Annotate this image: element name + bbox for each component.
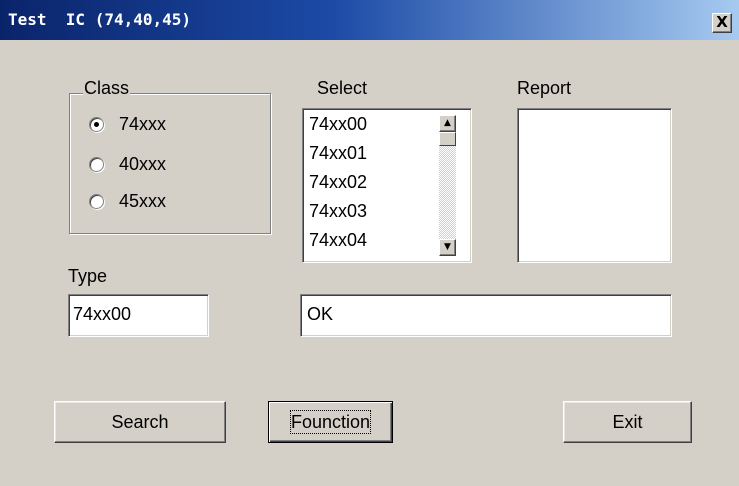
radio-45xxx-label[interactable]: 45xxx [119,191,166,212]
radio-74xxx-label[interactable]: 74xxx [119,114,166,135]
list-item[interactable]: 74xx00 [309,114,367,135]
report-box[interactable] [517,108,672,263]
radio-40xxx[interactable] [89,157,104,172]
list-item[interactable]: 74xx02 [309,172,367,193]
type-input[interactable]: 74xx00 [68,294,209,337]
status-field[interactable]: OK [300,294,672,337]
close-button[interactable]: X [712,13,732,33]
search-button-label: Search [111,411,169,432]
close-icon: X [716,13,728,31]
list-item[interactable]: 74xx04 [309,230,367,251]
exit-button[interactable]: Exit [563,401,692,443]
list-item[interactable]: 74xx03 [309,201,367,222]
search-button[interactable]: Search [54,401,226,443]
status-field-value: OK [307,304,334,324]
title-bar[interactable]: Test IC (74,40,45) X [0,0,739,40]
arrow-down-icon: ▼ [444,242,451,252]
exit-button-label: Exit [612,411,643,432]
function-button[interactable]: Founction [268,401,393,443]
select-label: Select [317,78,368,98]
scroll-up-button[interactable]: ▲ [439,115,456,132]
scroll-down-button[interactable]: ▼ [439,239,456,256]
class-group-label: Class [83,78,131,99]
scroll-thumb[interactable] [439,132,456,146]
function-button-label: Founction [289,410,372,434]
radio-40xxx-label[interactable]: 40xxx [119,154,166,175]
type-input-value: 74xx00 [73,304,132,324]
select-listbox[interactable]: 74xx00 74xx01 74xx02 74xx03 74xx04 ▲ ▼ [302,108,472,263]
arrow-up-icon: ▲ [444,118,451,128]
radio-74xxx[interactable] [89,117,104,132]
radio-selected-dot [94,122,99,127]
select-scrollbar[interactable]: ▲ ▼ [439,115,456,256]
list-item[interactable]: 74xx01 [309,143,367,164]
report-label: Report [517,78,572,98]
window-title: Test IC (74,40,45) [8,10,192,29]
type-label: Type [68,266,108,286]
radio-45xxx[interactable] [89,194,104,209]
